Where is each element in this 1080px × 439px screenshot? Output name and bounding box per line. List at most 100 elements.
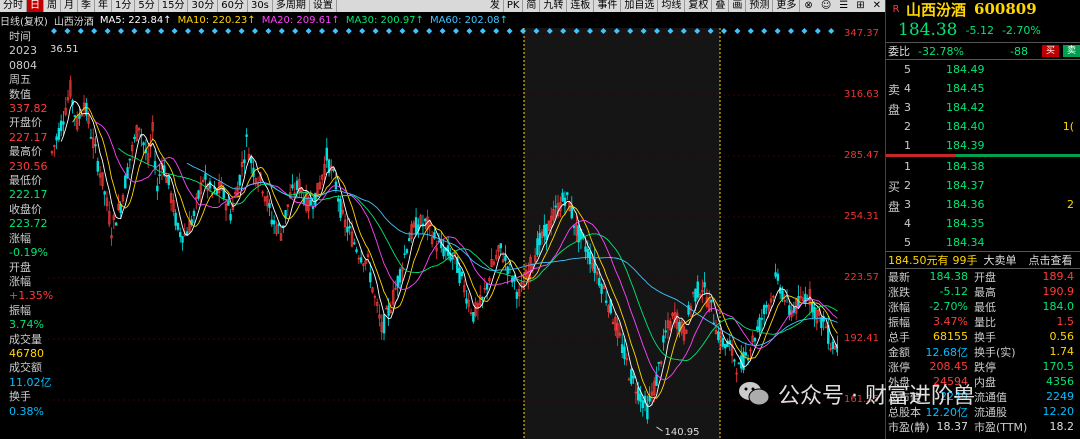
- period-tab[interactable]: 1分: [112, 0, 136, 12]
- price-axis-tick: 254.31: [844, 211, 879, 222]
- event-marker[interactable]: [211, 28, 218, 34]
- period-tab[interactable]: 60分: [218, 0, 248, 12]
- close-icon[interactable]: ⊗: [800, 0, 816, 12]
- event-marker[interactable]: [91, 28, 98, 34]
- order-book-row[interactable]: 1 184.39: [904, 136, 1074, 155]
- event-marker[interactable]: [171, 28, 178, 34]
- order-book-row[interactable]: 5 184.34: [904, 233, 1074, 252]
- event-marker[interactable]: [144, 28, 151, 34]
- event-marker[interactable]: [814, 28, 821, 34]
- order-book-row[interactable]: 3 184.42: [904, 98, 1074, 117]
- event-marker[interactable]: [185, 28, 191, 34]
- period-tab[interactable]: 30分: [188, 0, 219, 12]
- tool-button[interactable]: PK: [504, 0, 524, 12]
- buy-button[interactable]: 买: [1042, 45, 1060, 57]
- event-marker[interactable]: [506, 28, 513, 34]
- period-tab[interactable]: 设置: [310, 0, 337, 12]
- order-book-row[interactable]: 4 184.35: [904, 214, 1074, 233]
- event-marker[interactable]: [721, 28, 727, 34]
- event-marker[interactable]: [372, 28, 379, 34]
- event-marker[interactable]: [198, 28, 205, 34]
- period-tab[interactable]: 15分: [159, 0, 189, 12]
- event-marker[interactable]: [332, 28, 339, 34]
- tool-button[interactable]: 预测: [746, 0, 774, 12]
- period-tab[interactable]: 30s: [248, 0, 273, 12]
- event-marker[interactable]: [386, 28, 392, 34]
- event-marker[interactable]: [345, 28, 352, 34]
- order-book-row[interactable]: 4 184.45: [904, 79, 1074, 98]
- tool-button[interactable]: 简: [523, 0, 541, 12]
- grid-icon[interactable]: ⊞: [852, 0, 868, 12]
- event-marker[interactable]: [747, 28, 754, 34]
- candle-body: [442, 248, 445, 257]
- tool-button[interactable]: 九转: [540, 0, 568, 12]
- tool-button[interactable]: 更多: [773, 0, 801, 12]
- period-tab[interactable]: 年: [95, 0, 112, 12]
- order-book-row[interactable]: 5 184.49: [904, 60, 1074, 79]
- period-tab[interactable]: 周: [44, 0, 61, 12]
- event-marker[interactable]: [801, 28, 808, 34]
- period-tab[interactable]: 5分: [135, 0, 159, 12]
- candle-body: [744, 352, 748, 356]
- period-tab[interactable]: 分时: [0, 0, 27, 12]
- tool-button[interactable]: 连板: [567, 0, 595, 12]
- event-marker[interactable]: [479, 28, 486, 34]
- tool-button[interactable]: 均线: [658, 0, 686, 12]
- order-book-row[interactable]: 1 184.38: [904, 157, 1074, 176]
- order-book-row[interactable]: 3 184.36 2: [904, 195, 1074, 214]
- order-book-row[interactable]: 2 184.40 1(: [904, 117, 1074, 136]
- order-book-row[interactable]: 2 184.37: [904, 176, 1074, 195]
- tool-button[interactable]: 加自选: [621, 0, 659, 12]
- event-marker[interactable]: [305, 28, 312, 34]
- emoji-icon[interactable]: ☺: [817, 0, 835, 12]
- event-marker[interactable]: [265, 28, 272, 34]
- event-marker[interactable]: [453, 28, 459, 34]
- x-icon[interactable]: ✕: [869, 0, 885, 12]
- event-marker[interactable]: [51, 28, 57, 34]
- event-marker[interactable]: [412, 28, 419, 34]
- event-marker[interactable]: [225, 28, 232, 34]
- event-marker[interactable]: [774, 28, 781, 34]
- tool-button[interactable]: 发: [487, 0, 504, 12]
- event-marker[interactable]: [466, 28, 473, 34]
- event-marker[interactable]: [399, 28, 406, 34]
- quote-value: 190.9: [1042, 285, 1075, 298]
- event-marker[interactable]: [158, 28, 165, 34]
- event-marker[interactable]: [426, 28, 433, 34]
- candle-body: [637, 387, 640, 401]
- kline-type-label[interactable]: 日线(复权): [0, 13, 48, 28]
- event-marker[interactable]: [64, 28, 71, 34]
- tool-button[interactable]: 复权: [685, 0, 713, 12]
- candlestick-chart[interactable]: 36.51 140.95: [48, 28, 838, 439]
- menu-icon[interactable]: ☰: [835, 0, 852, 12]
- event-marker[interactable]: [292, 28, 299, 34]
- event-marker[interactable]: [118, 28, 124, 34]
- period-tab[interactable]: 多周期: [273, 0, 310, 12]
- quote-label: 最新: [888, 270, 910, 284]
- event-marker[interactable]: [439, 28, 446, 34]
- big-order-link[interactable]: 点击查看: [1017, 252, 1073, 268]
- event-marker[interactable]: [319, 28, 325, 34]
- candle-body: [181, 236, 184, 243]
- event-marker[interactable]: [493, 28, 500, 34]
- period-tab[interactable]: 月: [61, 0, 78, 12]
- period-tab[interactable]: 季: [78, 0, 95, 12]
- period-tab[interactable]: 日: [27, 0, 44, 12]
- tool-button[interactable]: 画: [729, 0, 747, 12]
- event-marker[interactable]: [252, 28, 258, 34]
- event-marker[interactable]: [278, 28, 285, 34]
- event-marker[interactable]: [359, 28, 366, 34]
- event-marker[interactable]: [77, 28, 84, 34]
- tool-button[interactable]: 事件: [594, 0, 622, 12]
- event-marker[interactable]: [734, 28, 741, 34]
- ma-legend: 日线(复权) 山西汾酒 MA5: 223.84↑ MA10: 220.23↑ MA2…: [0, 13, 885, 28]
- sell-button[interactable]: 卖: [1063, 45, 1080, 57]
- event-marker[interactable]: [761, 28, 768, 34]
- tool-button[interactable]: 叠: [712, 0, 730, 12]
- event-marker[interactable]: [131, 28, 138, 34]
- event-marker[interactable]: [104, 28, 111, 34]
- event-marker[interactable]: [788, 28, 794, 34]
- big-order-row[interactable]: 184.50元有 99手 大卖单 点击查看: [886, 251, 1080, 268]
- event-marker[interactable]: [828, 28, 835, 34]
- event-marker[interactable]: [238, 28, 245, 34]
